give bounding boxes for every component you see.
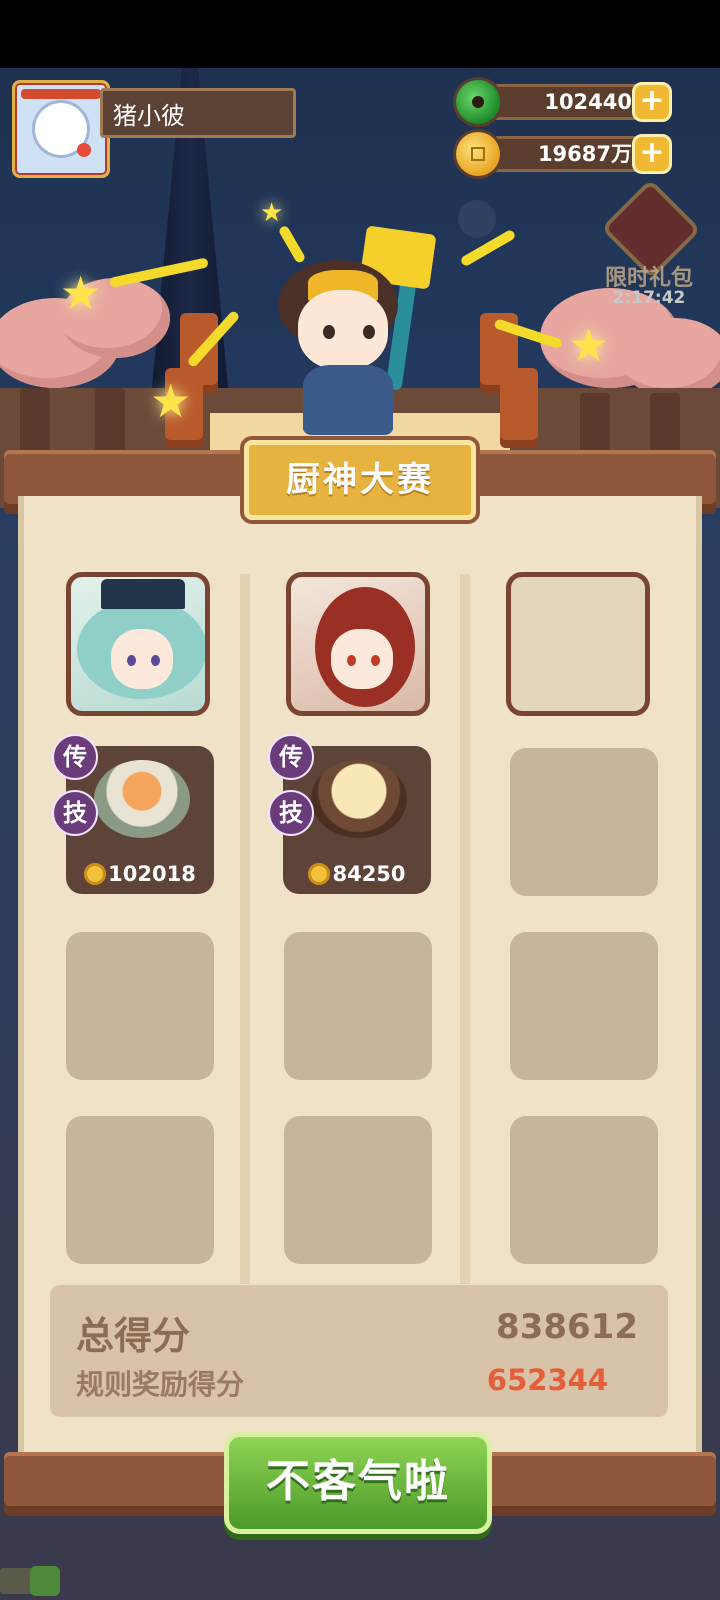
dish-price: 102018 xyxy=(66,862,214,886)
wall-pillar xyxy=(500,368,538,448)
tofu-bowl-icon xyxy=(311,760,407,838)
fence-post xyxy=(95,388,125,458)
column-divider xyxy=(240,574,250,1284)
chef-eye xyxy=(127,655,136,666)
empty-dish-slot[interactable] xyxy=(510,1116,658,1264)
confirm-button[interactable]: 不客气啦 xyxy=(224,1432,492,1534)
star-icon: ★ xyxy=(568,318,610,372)
chef-eye xyxy=(151,655,160,666)
empty-dish-slot[interactable] xyxy=(284,932,432,1080)
chef-character xyxy=(268,225,448,440)
chef-hat xyxy=(101,579,185,609)
jade-icon xyxy=(456,80,500,124)
empty-dish-slot[interactable] xyxy=(66,932,214,1080)
bonus-score-value: 652344 xyxy=(486,1363,608,1397)
chef-eye xyxy=(371,655,380,666)
star-icon: ★ xyxy=(60,266,102,320)
contest-title: 厨神大赛 xyxy=(244,440,476,520)
chef-portrait-1[interactable] xyxy=(66,572,210,716)
drawer-handle[interactable] xyxy=(0,1566,60,1596)
empty-dish-slot[interactable] xyxy=(284,1116,432,1264)
chef-portrait-2[interactable] xyxy=(286,572,430,716)
total-score-label: 总得分 xyxy=(76,1314,191,1358)
legend-badge: 传 xyxy=(268,734,314,780)
skill-badge: 技 xyxy=(52,790,98,836)
bonus-score-label: 规则奖励得分 xyxy=(76,1368,245,1401)
gift-timer: 2:17:42 xyxy=(612,288,686,308)
empty-dish-slot[interactable] xyxy=(510,932,658,1080)
coin-value: 19687万 xyxy=(537,142,632,166)
coin-icon xyxy=(308,863,331,885)
chef-portrait-empty[interactable] xyxy=(506,572,650,716)
dish-price: 84250 xyxy=(283,862,431,886)
chef-face xyxy=(111,629,173,689)
chef-face xyxy=(331,629,393,689)
star-icon: ★ xyxy=(150,374,192,428)
total-score-value: 838612 xyxy=(496,1307,638,1347)
hero-eye xyxy=(363,325,375,339)
chef-eye xyxy=(347,655,356,666)
player-avatar[interactable] xyxy=(12,80,110,178)
status-bar xyxy=(0,0,720,68)
avatar-bubble-icon xyxy=(458,200,496,238)
add-jade-button[interactable]: + xyxy=(632,82,672,122)
player-name: 猪小彼 xyxy=(100,88,296,138)
coin-icon xyxy=(456,132,500,176)
avatar-ornament xyxy=(21,89,101,99)
blossom-tree-right-2 xyxy=(620,318,720,398)
empty-dish-slot[interactable] xyxy=(510,748,658,896)
coin-resource: 19687万 + xyxy=(456,132,672,176)
score-panel: 总得分 838612 规则奖励得分 652344 xyxy=(50,1285,668,1417)
legend-badge: 传 xyxy=(52,734,98,780)
seafood-bowl-icon xyxy=(94,760,190,838)
avatar-ornament xyxy=(77,143,91,157)
dish-price-value: 102018 xyxy=(108,862,196,886)
handle-knob xyxy=(30,1566,60,1596)
add-coin-button[interactable]: + xyxy=(632,134,672,174)
jade-value: 102440 xyxy=(544,90,632,114)
column-divider xyxy=(460,574,470,1284)
limited-gift-pack[interactable]: 限时礼包 2:17:42 xyxy=(594,184,704,328)
coin-icon xyxy=(84,863,107,885)
skill-badge: 技 xyxy=(268,790,314,836)
fence-post xyxy=(20,388,50,458)
star-icon: ★ xyxy=(260,198,284,228)
empty-dish-slot[interactable] xyxy=(66,1116,214,1264)
hero-body xyxy=(303,365,393,435)
hero-eye xyxy=(323,325,335,339)
dish-price-value: 84250 xyxy=(332,862,406,886)
jade-resource: 102440 + xyxy=(456,80,672,124)
